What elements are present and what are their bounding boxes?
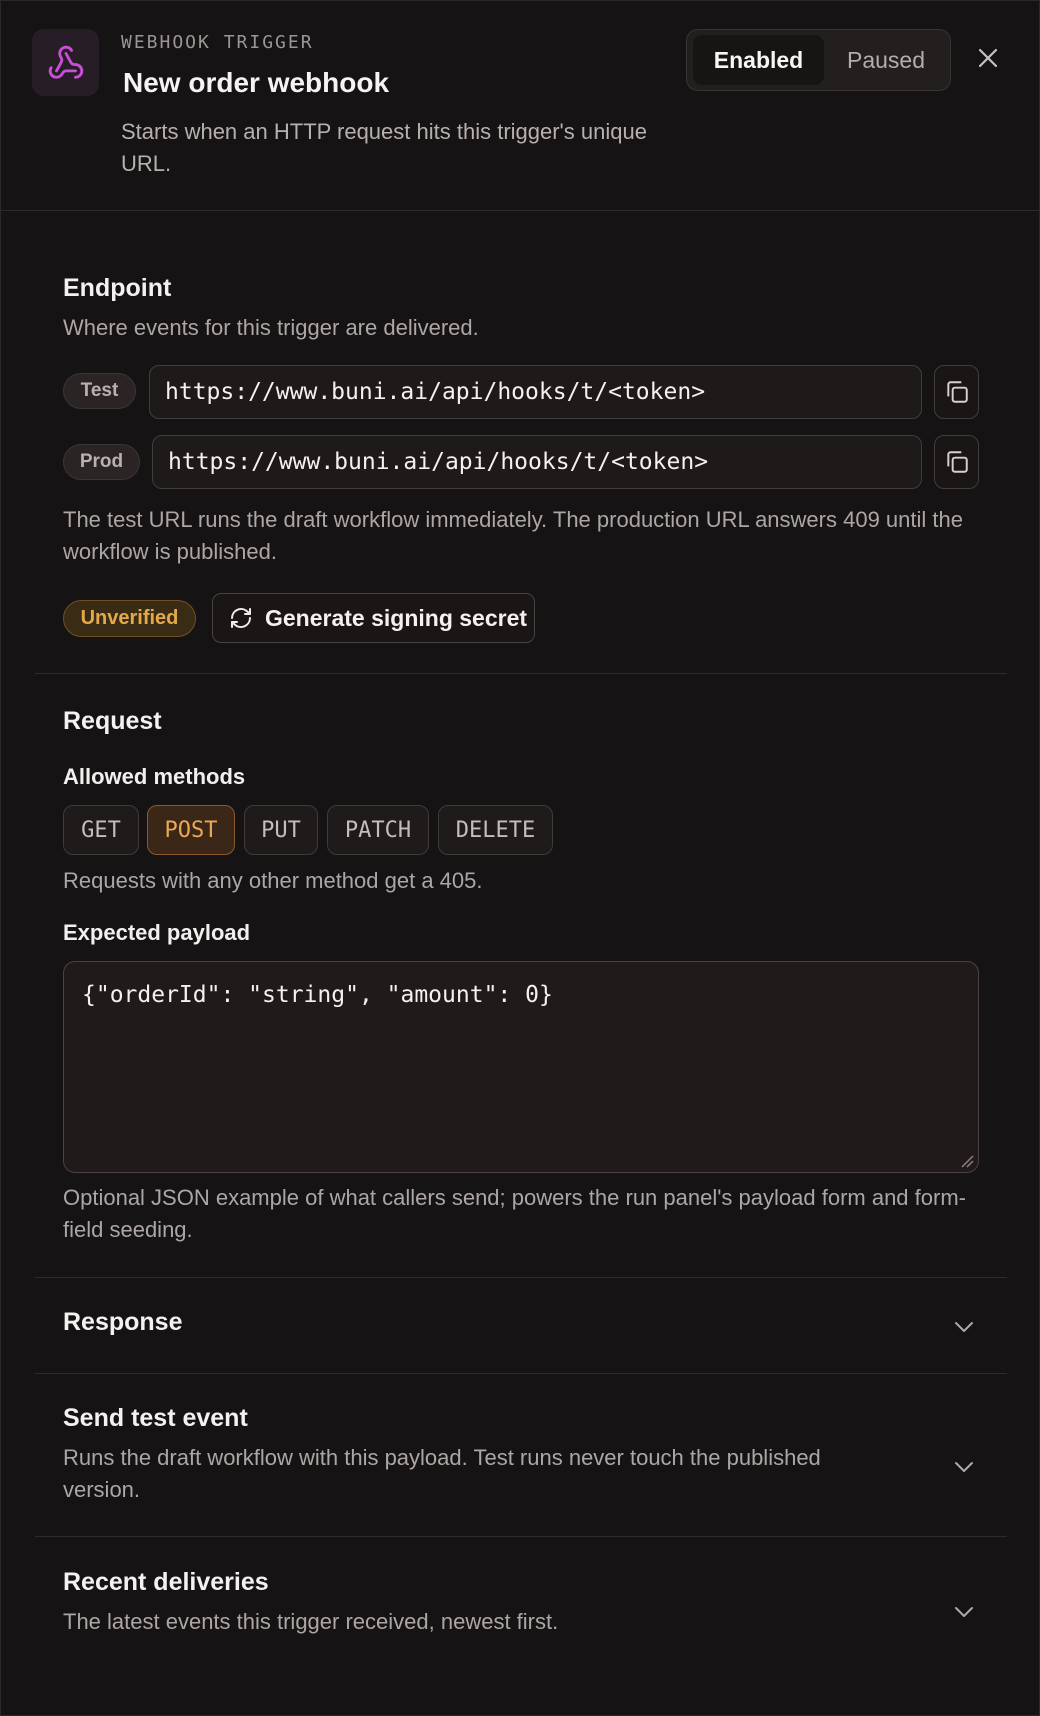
send-test-event-heading: Send test event bbox=[63, 1404, 248, 1432]
endpoint-note: The test URL runs the draft workflow imm… bbox=[63, 507, 963, 564]
copy-test-url-button[interactable] bbox=[934, 365, 979, 419]
chevron-down-icon bbox=[951, 1314, 977, 1340]
refresh-icon bbox=[231, 608, 251, 628]
response-section-toggle[interactable]: Response bbox=[35, 1278, 1007, 1373]
method-delete-toggle[interactable]: DELETE bbox=[438, 805, 553, 855]
panel-eyebrow: WEBHOOK TRIGGER bbox=[121, 32, 314, 53]
chevron-down-icon bbox=[951, 1454, 977, 1480]
payload-note: Optional JSON example of what callers se… bbox=[63, 1185, 966, 1242]
panel-header: WEBHOOK TRIGGER New order webhook Starts… bbox=[1, 1, 1040, 211]
paused-option[interactable]: Paused bbox=[827, 35, 945, 85]
expected-payload-label: Expected payload bbox=[63, 920, 251, 945]
expected-payload-editor[interactable]: {"orderId": "string", "amount": 0} bbox=[63, 961, 979, 1173]
response-heading: Response bbox=[63, 1308, 183, 1336]
allowed-methods-label: Allowed methods bbox=[63, 764, 246, 789]
send-test-event-toggle[interactable]: Send test event Runs the draft workflow … bbox=[35, 1374, 1007, 1536]
methods-note: Requests with any other method get a 405… bbox=[63, 868, 483, 893]
copy-prod-url-button[interactable] bbox=[934, 435, 979, 489]
generate-signing-secret-label: Generate signing secret bbox=[265, 604, 528, 631]
prod-env-badge: Prod bbox=[63, 444, 140, 480]
recent-deliveries-heading: Recent deliveries bbox=[63, 1568, 269, 1596]
request-heading: Request bbox=[63, 707, 162, 735]
page-subtitle: Starts when an HTTP request hits this tr… bbox=[121, 119, 647, 176]
chevron-down-icon bbox=[951, 1599, 977, 1625]
method-post-toggle[interactable]: POST bbox=[147, 805, 235, 855]
send-test-event-description: Runs the draft workflow with this payloa… bbox=[63, 1445, 821, 1502]
status-toggle: Enabled Paused bbox=[686, 29, 951, 91]
close-icon bbox=[978, 48, 998, 68]
copy-icon bbox=[946, 381, 968, 403]
recent-deliveries-toggle[interactable]: Recent deliveries The latest events this… bbox=[35, 1537, 1007, 1667]
method-patch-toggle[interactable]: PATCH bbox=[327, 805, 429, 855]
section-divider bbox=[35, 673, 1007, 674]
enabled-option[interactable]: Enabled bbox=[693, 35, 824, 85]
page-title: New order webhook bbox=[123, 67, 390, 98]
generate-signing-secret-button[interactable]: Generate signing secret bbox=[212, 593, 535, 643]
recent-deliveries-description: The latest events this trigger received,… bbox=[63, 1609, 559, 1634]
test-url-field[interactable]: https://www.buni.ai/api/hooks/t/<token> bbox=[149, 365, 922, 419]
resize-handle-icon[interactable] bbox=[960, 1154, 974, 1168]
webhook-trigger-panel: WEBHOOK TRIGGER New order webhook Starts… bbox=[0, 0, 1040, 1716]
endpoint-heading: Endpoint bbox=[63, 274, 172, 302]
close-button[interactable] bbox=[971, 41, 1005, 75]
payload-text: {"orderId": "string", "amount": 0} bbox=[82, 982, 553, 1008]
endpoint-description: Where events for this trigger are delive… bbox=[63, 315, 479, 340]
method-put-toggle[interactable]: PUT bbox=[244, 805, 318, 855]
verification-status-badge: Unverified bbox=[63, 600, 196, 637]
method-get-toggle[interactable]: GET bbox=[63, 805, 139, 855]
copy-icon bbox=[946, 451, 968, 473]
webhook-icon bbox=[32, 29, 99, 96]
prod-url-field[interactable]: https://www.buni.ai/api/hooks/t/<token> bbox=[152, 435, 922, 489]
test-env-badge: Test bbox=[63, 373, 136, 409]
